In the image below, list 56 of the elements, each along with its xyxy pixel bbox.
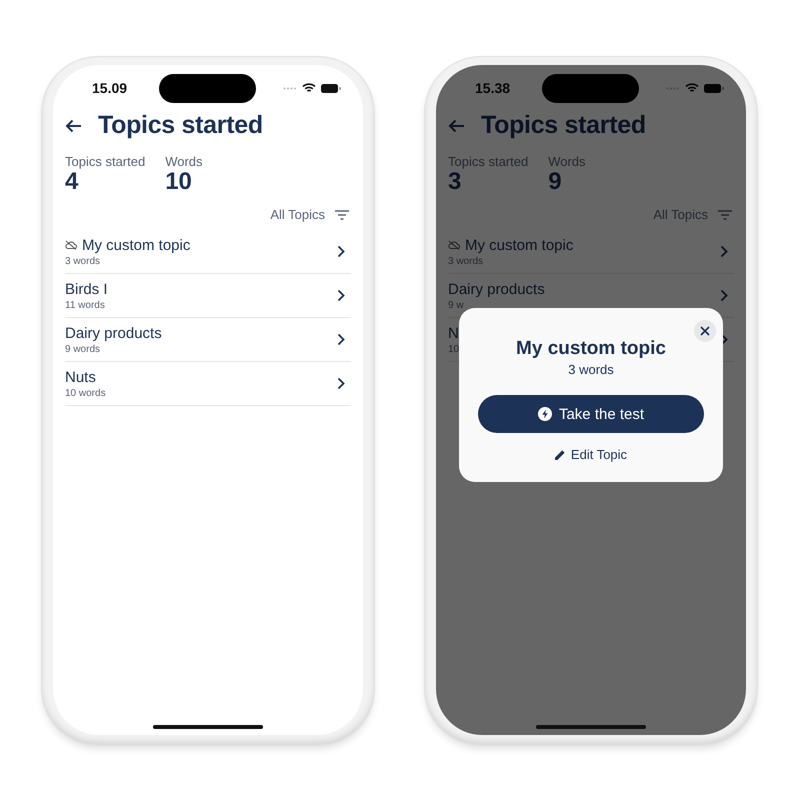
word-count: 3 words (448, 256, 484, 267)
word-count: 10 words (65, 388, 106, 399)
filter-icon[interactable] (718, 210, 732, 220)
topic-name: Dairy products (448, 280, 545, 298)
take-test-button[interactable]: Take the test (478, 395, 704, 433)
chevron-icon (337, 333, 345, 346)
topic-name: My custom topic (465, 236, 574, 254)
close-button[interactable] (694, 320, 716, 342)
bolt-icon (538, 407, 552, 421)
chevron-icon (337, 245, 345, 258)
topic-name: Nuts (65, 368, 96, 386)
pencil-icon (554, 449, 566, 460)
topic-row[interactable]: Nuts 10 words (65, 362, 351, 406)
word-count: 10 (448, 344, 460, 355)
status-time: 15.09 (92, 80, 128, 96)
close-icon (700, 326, 710, 336)
edit-topic-button[interactable]: Edit Topic (554, 447, 628, 462)
wifi-icon (685, 83, 699, 93)
dialog-subtitle: 3 words (568, 362, 614, 377)
chevron-icon (337, 377, 345, 390)
stat-value: 9 (548, 169, 563, 196)
stat-value: 4 (65, 169, 78, 196)
topic-row[interactable]: Dairy products 9 words (65, 318, 351, 362)
stat-label: Words (165, 154, 203, 169)
stat-value: 3 (448, 169, 462, 196)
chevron-icon (337, 289, 345, 302)
stat-label: Topics started (448, 154, 528, 169)
stat-value: 10 (165, 169, 193, 196)
chevron-icon (720, 245, 728, 258)
chevron-icon (720, 333, 728, 346)
topic-name: My custom topic (82, 236, 190, 254)
page-title: Topics started (481, 111, 646, 140)
stat-label: Words (548, 154, 586, 169)
topic-row[interactable]: My custom topic 3 words (65, 230, 351, 274)
back-arrow-icon[interactable] (65, 118, 82, 132)
word-count: 11 words (65, 300, 105, 311)
status-time: 15.38 (475, 80, 512, 96)
topic-row[interactable]: Birds I 11 words (65, 274, 351, 318)
topic-name: Birds I (65, 280, 108, 298)
word-count: 9 w (448, 300, 464, 311)
battery-icon (704, 84, 724, 92)
page-title: Topics started (98, 111, 263, 140)
word-count: 9 words (65, 344, 100, 355)
topic-name: N (448, 324, 459, 342)
filter-label[interactable]: All Topics (270, 207, 325, 222)
filter-icon[interactable] (335, 210, 349, 220)
topic-name: Dairy products (65, 324, 162, 342)
word-count: 3 words (65, 256, 100, 267)
stat-label: Topics started (65, 154, 146, 169)
wifi-icon (302, 83, 316, 93)
battery-icon (321, 84, 341, 92)
dialog-title: My custom topic (516, 338, 666, 360)
signal-icon (283, 86, 297, 90)
cloud-off-icon (448, 240, 460, 250)
cloud-off-icon (65, 240, 77, 250)
chevron-icon (720, 289, 728, 302)
